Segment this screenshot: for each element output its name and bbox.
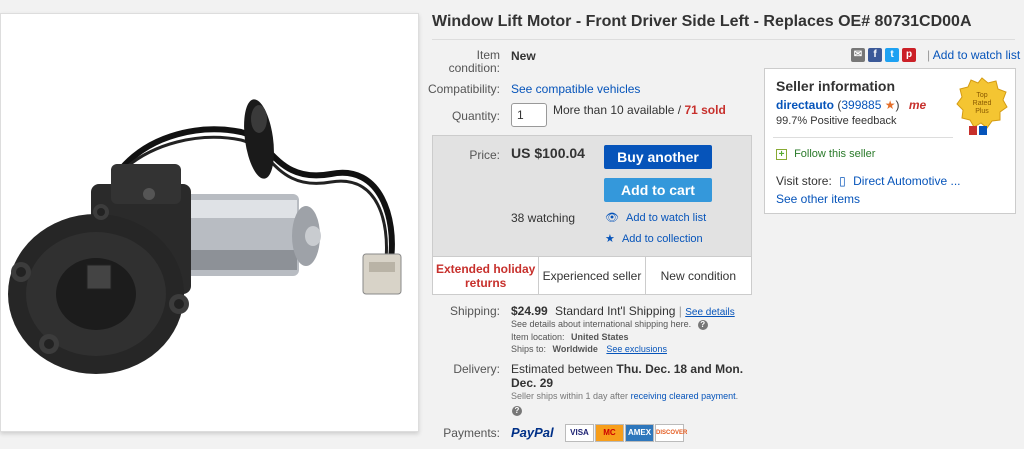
listing-title: Window Lift Motor - Front Driver Side Le… [432,13,972,30]
ship-within-end: . [735,391,739,401]
quantity-label: Quantity: [451,109,500,123]
delivery-help-icon[interactable]: ? [512,406,522,416]
item-location-label: Item location: [511,332,565,342]
seller-line: directauto (399885 ★) me [776,98,926,112]
delivery-range-end: 29 [539,376,554,390]
seller-divider [773,137,953,138]
share-icons: ✉ f t p [851,48,916,62]
plus-icon: + [776,149,787,160]
star-icon: ★ [605,233,615,245]
visa-icon: VISA [565,424,594,442]
cleared-payment-link[interactable]: receiving cleared payment [631,391,736,401]
ships-to-value: Worldwide [552,344,598,354]
buy-another-button[interactable]: Buy another [604,145,712,169]
title-divider [432,39,1015,40]
paypal-logo: PayPal [511,425,554,440]
watch-list-action[interactable]: 👁 Add to watch list [605,211,706,224]
availability-count: More than 10 available / [553,103,682,117]
ships-to-label: Ships to: [511,344,547,354]
product-image-panel[interactable] [0,13,419,432]
badge-text-rated: Rated [973,100,992,107]
payments-label: Payments: [443,426,500,440]
condition-label: Item condition: [432,49,500,75]
watch-list-top: | Add to watch list [927,48,1020,62]
product-image [8,99,402,374]
feedback-score-link[interactable]: 399885 [841,98,881,112]
delivery-estimate: Estimated between Thu. Dec. 18 and Mon. … [511,362,756,390]
delivery-prefix: Estimated between [511,362,614,376]
shipping-separator: | [678,304,682,318]
see-details-link[interactable]: See details [685,307,734,318]
condition-label-line-2: condition: [448,61,500,75]
ships-to: Ships to: Worldwide See exclusions [511,344,667,354]
item-location-value: United States [571,332,629,342]
ship-within-text: Seller ships within 1 day after [511,391,629,401]
visit-store-label: Visit store: [776,174,832,188]
see-compatible-vehicles-link[interactable]: See compatible vehicles [511,82,640,96]
intl-shipping-note: See details about international shipping… [511,319,708,330]
add-to-collection-link[interactable]: Add to collection [622,233,703,245]
watching-count: 38 watching [511,211,576,225]
amex-icon: AMEX [625,424,654,442]
facebook-share-icon[interactable]: f [868,48,882,62]
collection-action[interactable]: ★ Add to collection [605,232,703,245]
shipping-line: $24.99 Standard Int'l Shipping | See det… [511,304,735,318]
top-rated-plus-badge-icon: Top Rated Plus [956,77,1008,135]
shipping-cost: $24.99 [511,304,548,318]
availability-text: More than 10 available / 71 sold [553,103,726,117]
see-exclusions-link[interactable]: See exclusions [606,344,667,354]
price-value: US $100.04 [511,145,585,161]
email-share-icon[interactable]: ✉ [851,48,865,62]
intl-shipping-note-text: See details about international shipping… [511,319,692,329]
discover-icon: DISCOVER [655,424,687,442]
mastercard-icon: MC [595,424,624,442]
quantity-input[interactable]: 1 [511,103,547,127]
store-name-link[interactable]: Direct Automotive ... [853,174,960,188]
add-to-cart-button[interactable]: Add to cart [604,178,712,202]
badge-text-plus: Plus [975,108,989,115]
buy-panel: Price: US $100.04 Buy another Add to car… [432,135,752,295]
pinterest-share-icon[interactable]: p [902,48,916,62]
extended-returns-badge[interactable]: Extended holiday returns [433,257,540,294]
visit-store: Visit store: ▯ Direct Automotive ... [776,174,960,188]
score-close: ) [895,98,900,112]
positive-feedback: 99.7% Positive feedback [776,115,897,127]
seller-info-heading: Seller information [776,78,896,94]
sold-count: 71 sold [684,103,726,117]
seller-name-link[interactable]: directauto [776,98,834,112]
store-icon: ▯ [839,174,846,188]
experienced-seller-badge: Experienced seller [539,257,646,294]
item-location: Item location: United States [511,332,629,342]
compatibility-label: Compatibility: [427,82,500,96]
badge-text-top: Top [976,92,987,99]
condition-value: New [511,49,536,63]
payment-card-logos: VISA MC AMEX DISCOVER [565,424,687,442]
new-condition-badge: New condition [660,268,736,283]
shipping-label: Shipping: [449,304,500,318]
help-icon[interactable]: ? [697,320,708,330]
follow-seller-link[interactable]: Follow this seller [794,148,875,160]
ship-within-note: Seller ships within 1 day after receivin… [511,391,738,401]
share-separator: | [927,48,931,62]
feature-badges: Extended holiday returns Experienced sel… [433,256,751,294]
listing-page: Window Lift Motor - Front Driver Side Le… [0,0,1024,449]
add-to-watch-list-button[interactable]: Add to watch list [626,212,706,224]
twitter-share-icon[interactable]: t [885,48,899,62]
delivery-label: Delivery: [453,362,500,376]
shipping-method: Standard Int'l Shipping [555,304,676,318]
feedback-star-icon: ★ [884,98,896,112]
see-other-items-link[interactable]: See other items [776,192,860,206]
follow-seller[interactable]: + Follow this seller [776,148,875,160]
add-to-watch-list-link[interactable]: Add to watch list [933,48,1020,62]
me-badge-icon[interactable]: me [909,98,926,112]
eye-icon: 👁 [605,212,619,224]
price-label: Price: [469,148,500,162]
